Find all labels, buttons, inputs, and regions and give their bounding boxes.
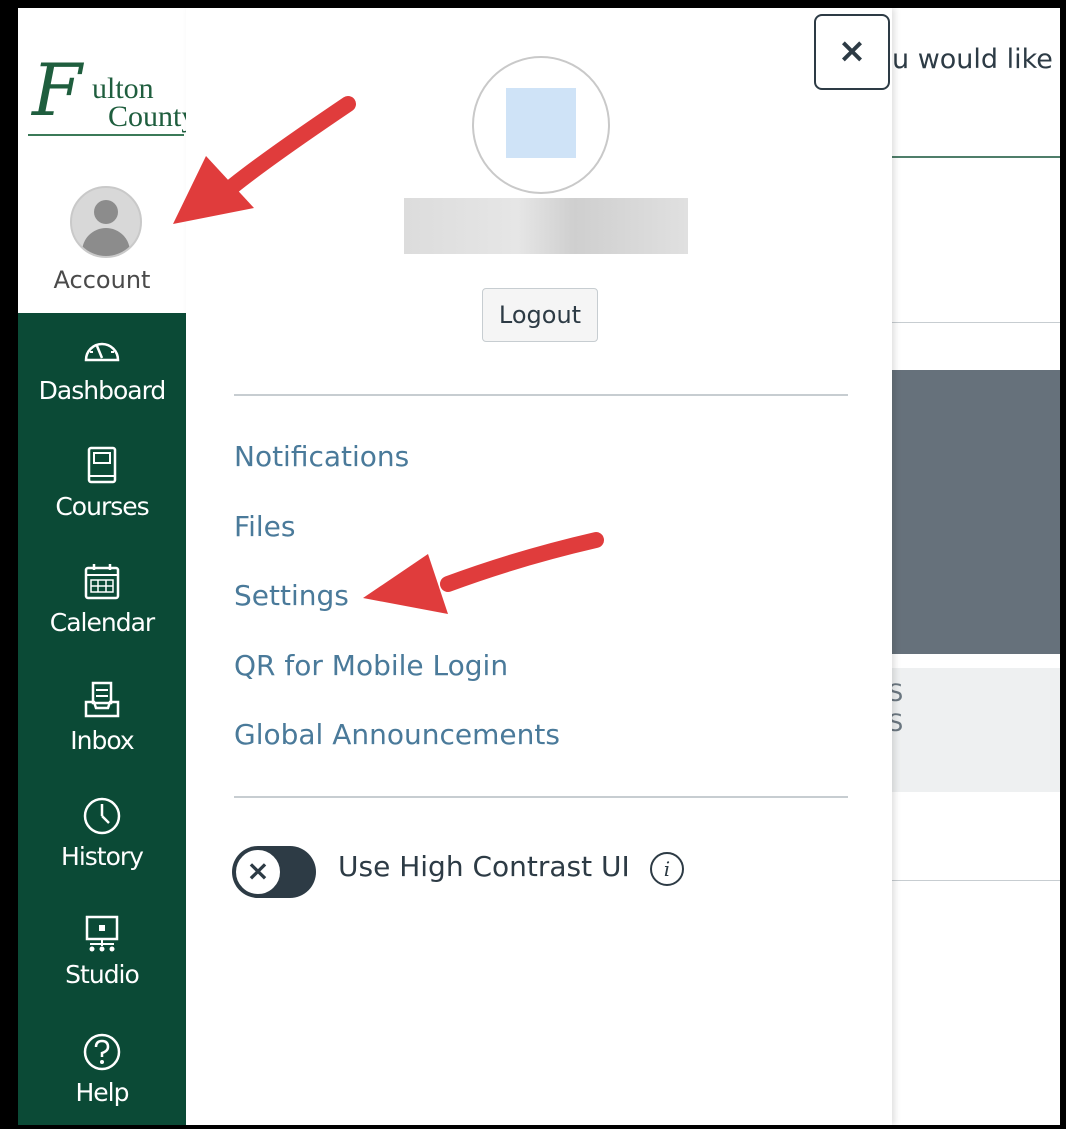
background-divider	[888, 880, 1060, 881]
calendar-icon	[84, 564, 120, 600]
nav-item-studio[interactable]: Studio	[18, 912, 186, 1022]
link-global-announcements[interactable]: Global Announcements	[234, 718, 560, 751]
tray-divider	[234, 796, 848, 798]
nav-item-label: Studio	[65, 960, 140, 989]
logo-text-line2: County	[108, 100, 197, 133]
close-icon: ×	[234, 848, 282, 896]
nav-item-calendar[interactable]: Calendar	[18, 560, 186, 670]
global-navigation: F ulton County Account Dashboard Courses…	[18, 8, 196, 1125]
nav-item-label: Inbox	[70, 726, 134, 755]
profile-name-redacted	[404, 198, 688, 254]
tray-divider	[234, 394, 848, 396]
history-icon	[83, 797, 121, 835]
nav-item-account[interactable]: Account	[18, 186, 186, 296]
help-icon	[83, 1033, 121, 1071]
close-tray-button[interactable]: ×	[814, 14, 890, 90]
avatar-icon	[70, 186, 142, 258]
high-contrast-label: Use High Contrast UI	[338, 850, 630, 883]
background-divider	[888, 322, 1060, 323]
link-qr-mobile-login[interactable]: QR for Mobile Login	[234, 649, 508, 682]
logo-initial: F	[32, 48, 82, 132]
dashboard-icon	[84, 342, 120, 362]
nav-item-label: Help	[75, 1078, 130, 1107]
logo-underline	[28, 134, 184, 136]
screenshot-frame: u would like S S F ulton County Account	[18, 8, 1060, 1125]
link-files[interactable]: Files	[234, 510, 295, 543]
link-notifications[interactable]: Notifications	[234, 440, 409, 473]
nav-item-help[interactable]: Help	[18, 1030, 186, 1125]
nav-header: F ulton County Account	[18, 8, 196, 313]
nav-item-label: Calendar	[49, 608, 155, 637]
high-contrast-toggle[interactable]: ×	[232, 846, 316, 898]
nav-item-label: Courses	[55, 492, 149, 521]
nav-item-courses[interactable]: Courses	[18, 444, 186, 554]
background-course-card-image	[888, 370, 1060, 654]
nav-item-label: History	[61, 842, 144, 871]
nav-item-history[interactable]: History	[18, 794, 186, 904]
nav-item-label: Account	[53, 266, 151, 294]
courses-icon	[87, 446, 117, 484]
nav-item-dashboard[interactable]: Dashboard	[18, 328, 186, 438]
info-icon[interactable]: i	[650, 852, 684, 886]
background-course-card-footer	[888, 668, 1060, 792]
link-settings[interactable]: Settings	[234, 579, 349, 612]
background-divider	[888, 156, 1060, 158]
profile-avatar[interactable]	[472, 56, 610, 194]
logout-button[interactable]: Logout	[482, 288, 598, 342]
account-tray: Logout Notifications Files Settings QR f…	[186, 8, 892, 1125]
studio-icon	[85, 915, 119, 952]
nav-item-label: Dashboard	[38, 376, 167, 405]
nav-item-inbox[interactable]: Inbox	[18, 678, 186, 788]
background-page: u would like S S	[888, 8, 1060, 1125]
inbox-icon	[84, 681, 120, 718]
background-header-text: u would like	[892, 44, 1053, 75]
profile-picture	[506, 88, 576, 158]
fulton-county-logo[interactable]: F ulton County	[28, 48, 196, 138]
